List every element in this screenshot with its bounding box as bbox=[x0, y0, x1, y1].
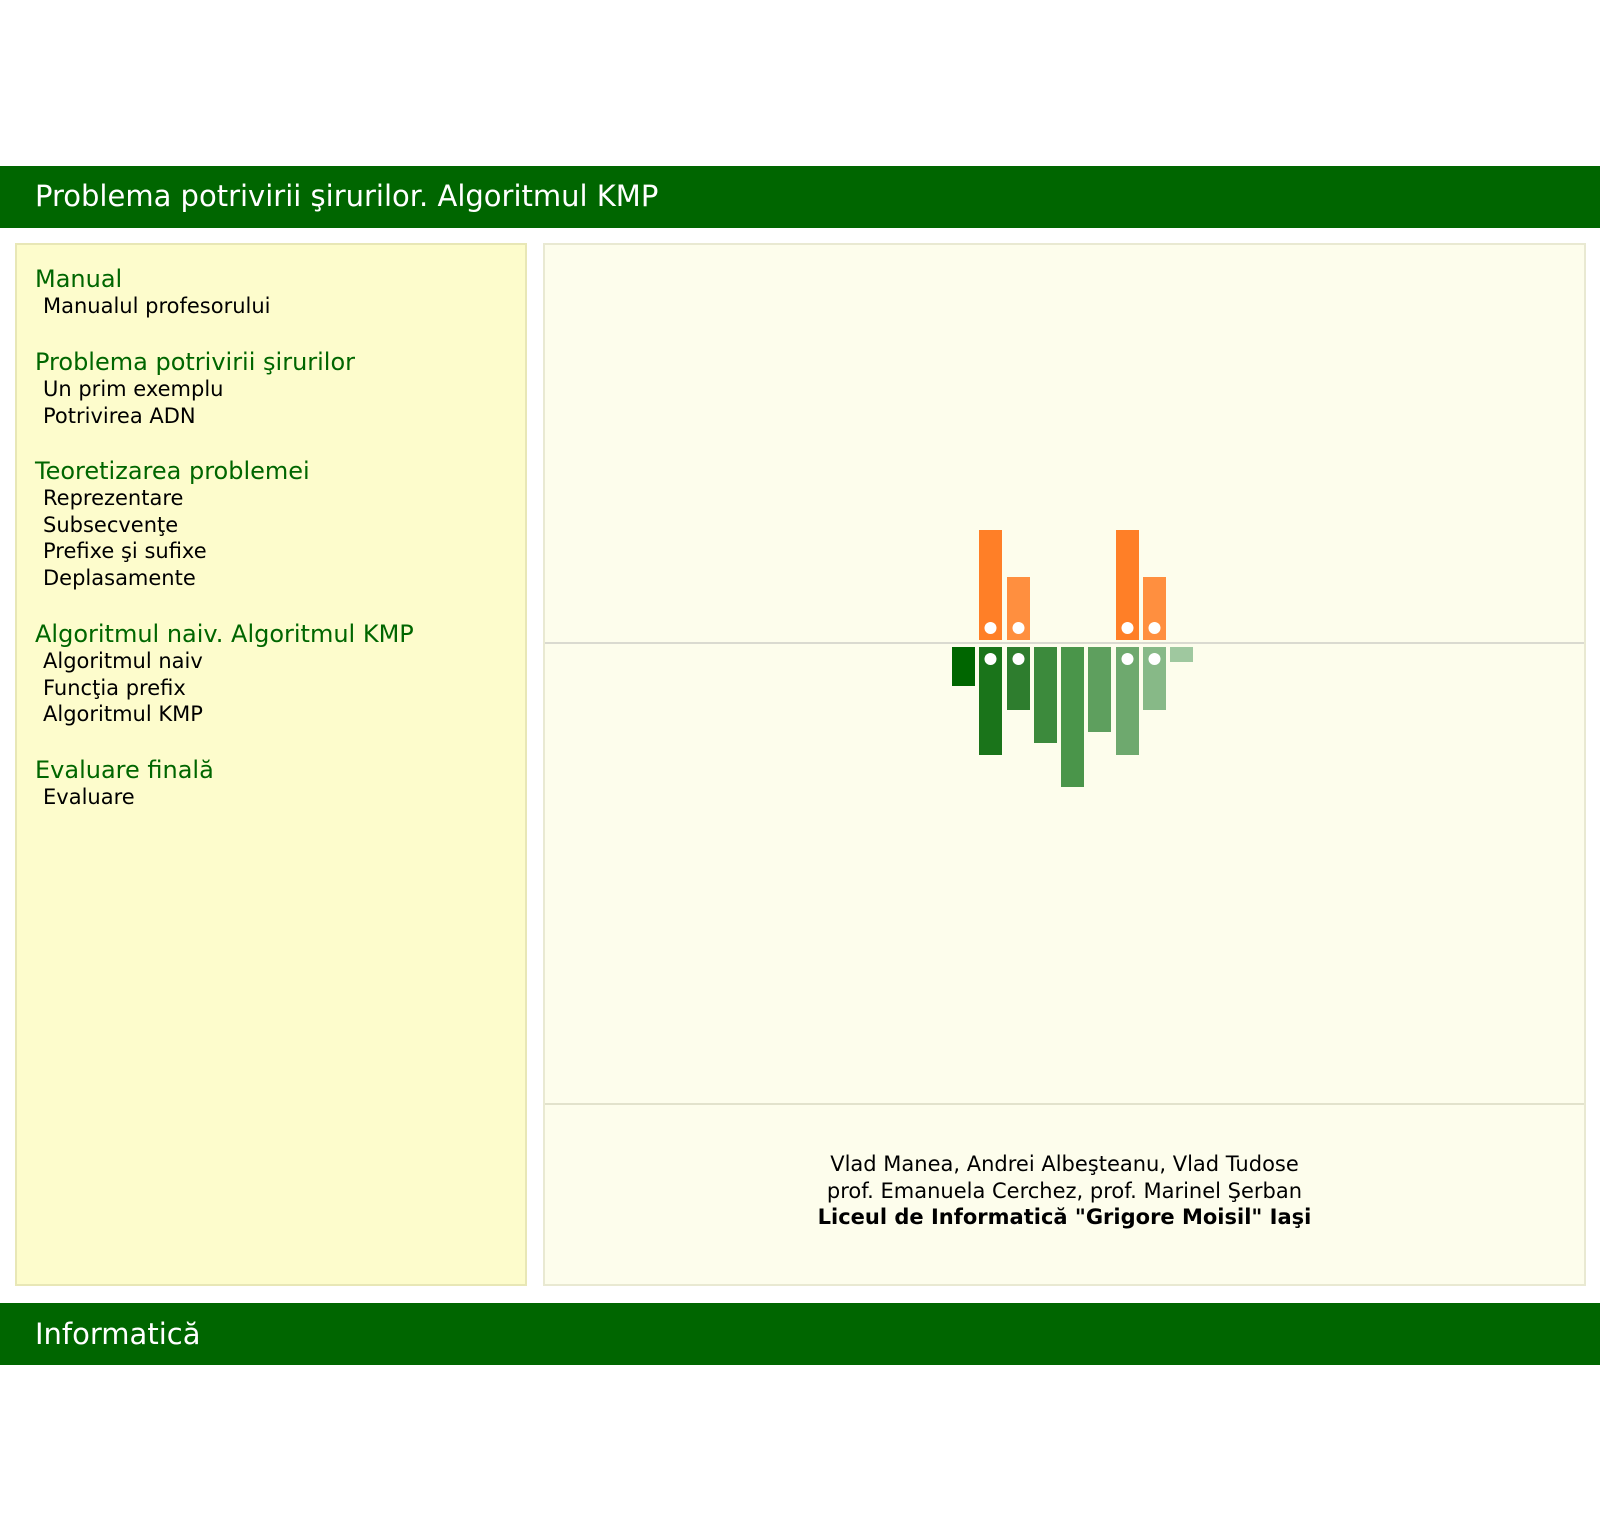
logo-dot bbox=[1121, 653, 1134, 665]
sidebar: Manual Manualul profesorului Problema po… bbox=[15, 243, 527, 1286]
sidebar-item-un-prim-exemplu[interactable]: Un prim exemplu bbox=[35, 376, 355, 403]
sidebar-item-algoritmul-naiv[interactable]: Algoritmul naiv bbox=[35, 648, 414, 675]
footer-bar: Informatică bbox=[0, 1303, 1600, 1365]
sidebar-section-evaluare: Evaluare finală Evaluare bbox=[35, 756, 214, 811]
logo-dot bbox=[1148, 653, 1161, 665]
sidebar-section-manual: Manual Manualul profesorului bbox=[35, 265, 271, 320]
sidebar-item-manualul-profesorului[interactable]: Manualul profesorului bbox=[35, 293, 271, 320]
logo-dot bbox=[984, 622, 997, 634]
page-title: Problema potrivirii şirurilor. Algoritmu… bbox=[35, 179, 659, 213]
sidebar-item-reprezentare[interactable]: Reprezentare bbox=[35, 485, 310, 512]
logo-lower-bar bbox=[1088, 647, 1111, 732]
logo-dot bbox=[1148, 622, 1161, 634]
header-bar: Problema potrivirii şirurilor. Algoritmu… bbox=[0, 166, 1600, 228]
credits-teachers: prof. Emanuela Cerchez, prof. Marinel Şe… bbox=[826, 1178, 1303, 1203]
main-panel: Vlad Manea, Andrei Albeşteanu, Vlad Tudo… bbox=[543, 243, 1586, 1286]
sidebar-section-algoritmi: Algoritmul naiv. Algoritmul KMP Algoritm… bbox=[35, 620, 414, 728]
sidebar-item-functia-prefix[interactable]: Funcţia prefix bbox=[35, 675, 414, 702]
sidebar-section-problema: Problema potrivirii şirurilor Un prim ex… bbox=[35, 348, 355, 429]
logo-dot bbox=[1121, 622, 1134, 634]
credits: Vlad Manea, Andrei Albeşteanu, Vlad Tudo… bbox=[545, 1151, 1584, 1231]
credits-authors: Vlad Manea, Andrei Albeşteanu, Vlad Tudo… bbox=[830, 1152, 1299, 1176]
logo-lower-bar bbox=[1061, 647, 1084, 787]
footer-title: Informatică bbox=[35, 1317, 201, 1351]
sidebar-section-title[interactable]: Problema potrivirii şirurilor bbox=[35, 348, 355, 376]
sidebar-section-title[interactable]: Teoretizarea problemei bbox=[35, 457, 310, 485]
kmp-logo-icon bbox=[952, 530, 1193, 787]
sidebar-item-evaluare[interactable]: Evaluare bbox=[35, 784, 214, 811]
sidebar-section-teoretizarea: Teoretizarea problemei Reprezentare Subs… bbox=[35, 457, 310, 591]
sidebar-section-title[interactable]: Manual bbox=[35, 265, 271, 293]
credits-school: Liceul de Informatică "Grigore Moisil" I… bbox=[817, 1205, 1312, 1229]
logo-lower-bar bbox=[1170, 647, 1193, 662]
sidebar-item-subsecvente[interactable]: Subsecvenţe bbox=[35, 512, 310, 539]
logo-dot bbox=[1012, 653, 1025, 665]
sidebar-section-title[interactable]: Evaluare finală bbox=[35, 756, 214, 784]
sidebar-item-deplasamente[interactable]: Deplasamente bbox=[35, 565, 310, 592]
sidebar-section-title[interactable]: Algoritmul naiv. Algoritmul KMP bbox=[35, 620, 414, 648]
sidebar-item-potrivirea-adn[interactable]: Potrivirea ADN bbox=[35, 403, 355, 430]
logo-dot bbox=[984, 653, 997, 665]
logo-dot bbox=[1012, 622, 1025, 634]
main-divider bbox=[545, 1103, 1584, 1105]
logo-lower-bar bbox=[1034, 647, 1057, 743]
sidebar-item-algoritmul-kmp[interactable]: Algoritmul KMP bbox=[35, 701, 414, 728]
logo-lower-bar bbox=[952, 647, 975, 686]
sidebar-item-prefixe-si-sufixe[interactable]: Prefixe şi sufixe bbox=[35, 538, 310, 565]
